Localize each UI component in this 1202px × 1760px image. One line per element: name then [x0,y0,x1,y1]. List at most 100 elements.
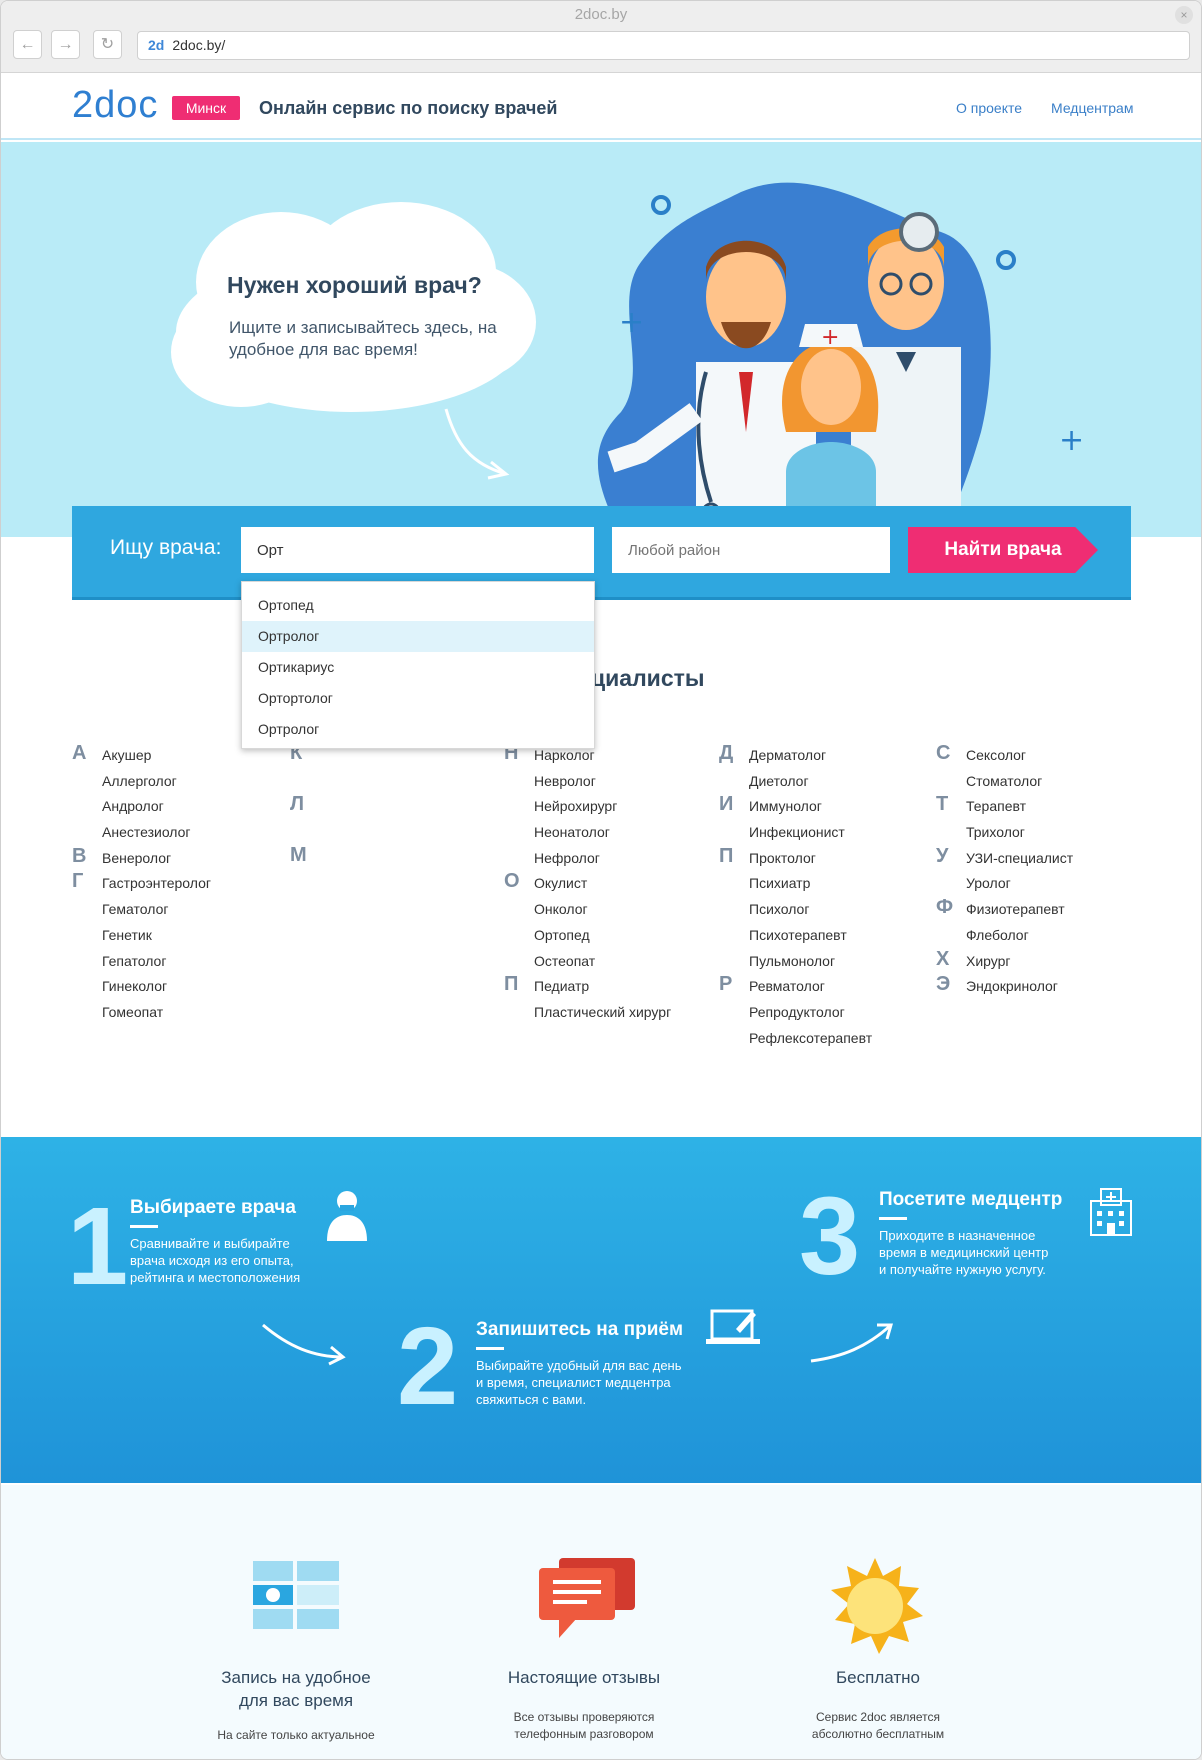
forward-button[interactable]: → [51,30,80,59]
specialist-item[interactable]: Г Гастроэнтеролог [72,870,211,897]
back-button[interactable]: ← [13,30,42,59]
specialist-name[interactable]: Дерматолог [749,747,826,763]
specialist-item[interactable]: Диетолог [749,769,872,795]
specialist-item[interactable]: А Акушер [72,742,211,769]
specialist-name[interactable]: Сексолог [966,747,1026,763]
specialist-item[interactable]: Гематолог [102,897,211,923]
specialist-item[interactable]: Онколог [534,897,671,923]
specialist-item[interactable]: И Иммунолог [719,793,872,820]
specialist-name[interactable]: Остеопат [534,953,595,969]
specialist-item[interactable]: Трихолог [966,820,1073,846]
specialist-name[interactable]: Пульмонолог [749,953,835,969]
specialist-item[interactable]: Рефлексотерапевт [749,1026,872,1052]
specialist-item[interactable]: С Сексолог [936,742,1073,769]
specialist-name[interactable]: Психолог [749,901,809,917]
specialist-name[interactable]: Гинеколог [102,978,167,994]
doctor-search-input[interactable] [241,527,594,573]
specialist-name[interactable]: Гепатолог [102,953,166,969]
district-input[interactable] [612,527,890,573]
suggestion-item[interactable]: Ортортолог [242,683,594,714]
specialist-name[interactable]: Эндокринолог [966,978,1058,994]
specialist-item[interactable]: П Педиатр [504,973,671,1000]
specialist-name[interactable]: Акушер [102,747,151,763]
nav-medcenters[interactable]: Медцентрам [1051,100,1133,116]
close-icon[interactable]: × [1175,6,1193,24]
specialist-name[interactable]: Флеболог [966,927,1029,943]
specialist-name[interactable]: Аллерголог [102,773,177,789]
specialist-item[interactable]: Т Терапевт [936,793,1073,820]
specialist-item[interactable]: Инфекционист [749,820,872,846]
specialist-item[interactable]: Психолог [749,897,872,923]
specialist-item[interactable]: Стоматолог [966,769,1073,795]
specialist-name[interactable]: Психиатр [749,875,810,891]
specialist-name[interactable]: Гастроэнтеролог [102,875,211,891]
specialist-item[interactable]: Неонатолог [534,820,671,846]
city-badge[interactable]: Минск [172,96,240,120]
specialist-item[interactable]: Ф Физиотерапевт [936,896,1073,923]
suggestion-item[interactable]: Ортролог [242,714,594,745]
specialist-name[interactable]: Иммунолог [749,798,822,814]
nav-about[interactable]: О проекте [956,100,1022,116]
specialist-name[interactable]: Венеролог [102,850,171,866]
reload-button[interactable]: ↻ [93,30,122,59]
specialist-item[interactable]: Остеопат [534,949,671,975]
specialist-item[interactable]: Невролог [534,769,671,795]
specialist-name[interactable]: Неонатолог [534,824,610,840]
specialist-name[interactable]: Невролог [534,773,596,789]
find-doctor-button[interactable]: Найти врача [908,527,1098,573]
specialist-item[interactable]: О Окулист [504,870,671,897]
suggestion-item[interactable]: Ортопед [242,590,594,621]
specialist-name[interactable]: Окулист [534,875,587,891]
specialist-name[interactable]: Нефролог [534,850,600,866]
specialist-name[interactable]: Психотерапевт [749,927,847,943]
specialist-item[interactable]: Х Хирург [936,948,1073,975]
specialist-name[interactable]: Нейрохирург [534,798,617,814]
specialist-item[interactable]: Гомеопат [102,1000,211,1026]
suggestion-item-selected[interactable]: Ортролог [242,621,594,652]
specialist-item[interactable]: Пульмонолог [749,949,872,975]
specialist-item[interactable]: Генетик [102,923,211,949]
specialist-name[interactable]: Проктолог [749,850,816,866]
specialist-name[interactable]: Трихолог [966,824,1025,840]
logo[interactable]: 2doc [72,84,158,127]
specialist-name[interactable]: Ортопед [534,927,590,943]
specialist-item[interactable]: Психиатр [749,871,872,897]
specialist-item[interactable]: Анестезиолог [102,820,211,846]
specialist-name[interactable]: Пластический хирург [534,1004,671,1020]
specialist-item[interactable]: Пластический хирург [534,1000,671,1026]
specialist-name[interactable]: Хирург [966,953,1011,969]
specialist-item[interactable]: Гинеколог [102,974,211,1000]
specialist-name[interactable]: Репродуктолог [749,1004,845,1020]
specialist-name[interactable]: Онколог [534,901,588,917]
specialist-item[interactable]: Э Эндокринолог [936,973,1073,1000]
specialist-name[interactable]: Нарколог [534,747,595,763]
specialist-item[interactable]: Ортопед [534,923,671,949]
specialist-item[interactable]: Андролог [102,794,211,820]
specialist-item[interactable]: Аллерголог [102,769,211,795]
specialist-name[interactable]: Гематолог [102,901,169,917]
specialist-item[interactable]: Психотерапевт [749,923,872,949]
specialist-name[interactable]: Педиатр [534,978,589,994]
specialist-item[interactable]: Д Дерматолог [719,742,872,769]
specialist-name[interactable]: Анестезиолог [102,824,191,840]
specialist-item[interactable]: Уролог [966,871,1073,897]
specialist-name[interactable]: УЗИ-специалист [966,850,1073,866]
specialist-item[interactable]: Репродуктолог [749,1000,872,1026]
specialist-item[interactable]: Гепатолог [102,949,211,975]
specialist-name[interactable]: Инфекционист [749,824,845,840]
specialist-item[interactable]: Нейрохирург [534,794,671,820]
specialist-name[interactable]: Ревматолог [749,978,825,994]
specialist-name[interactable]: Физиотерапевт [966,901,1065,917]
specialist-item[interactable]: Нефролог [534,846,671,872]
specialist-name[interactable]: Рефлексотерапевт [749,1030,872,1046]
specialist-name[interactable]: Терапевт [966,798,1026,814]
specialist-item[interactable]: В Венеролог [72,845,211,872]
specialist-name[interactable]: Гомеопат [102,1004,163,1020]
specialist-name[interactable]: Стоматолог [966,773,1042,789]
suggestion-item[interactable]: Ортикариус [242,652,594,683]
specialist-name[interactable]: Генетик [102,927,152,943]
specialist-name[interactable]: Уролог [966,875,1011,891]
specialist-item[interactable]: У УЗИ-специалист [936,845,1073,872]
specialist-item[interactable]: Р Ревматолог [719,973,872,1000]
url-bar[interactable]: 2d 2doc.by/ [137,31,1190,60]
